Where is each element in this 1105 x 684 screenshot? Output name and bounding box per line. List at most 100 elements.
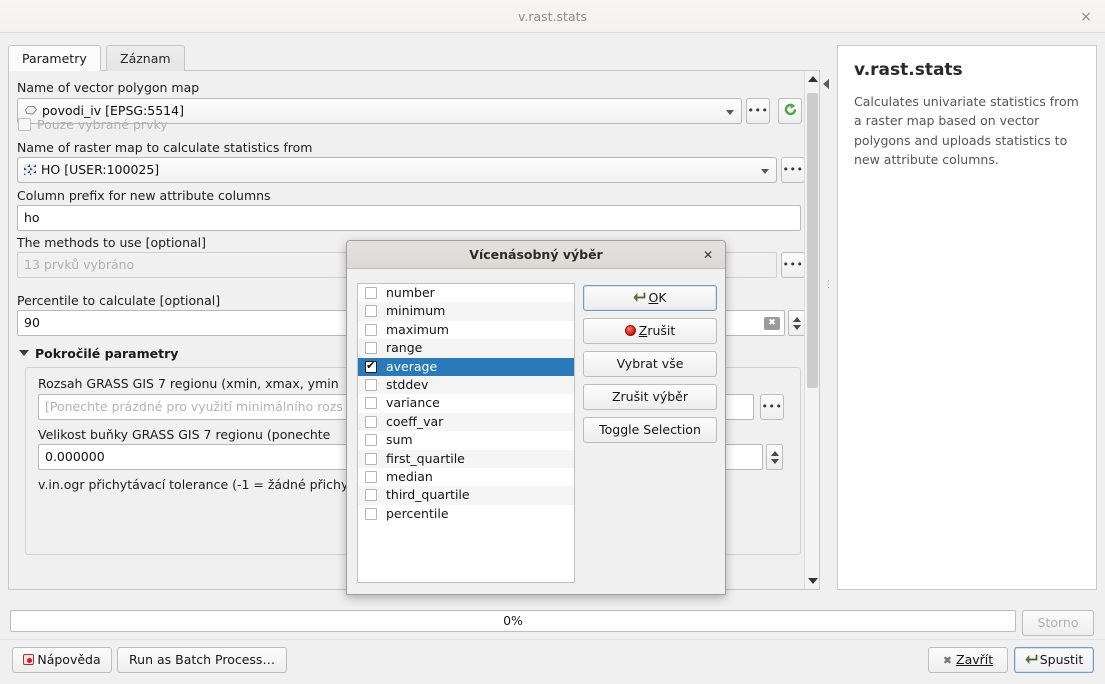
- cellsize-stepper[interactable]: [766, 444, 783, 470]
- modal-ok-button[interactable]: OK: [583, 285, 717, 311]
- raster-map-browse-button[interactable]: •••: [781, 157, 805, 183]
- chevron-down-icon: [726, 110, 734, 115]
- region-extent-label: Rozsah GRASS GIS 7 regionu (xmin, xmax, …: [38, 376, 339, 391]
- snap-tolerance-label: v.in.ogr přichytávací tolerance (-1 = žá…: [38, 477, 349, 492]
- list-item-checkbox[interactable]: [365, 378, 377, 391]
- list-item-label: number: [386, 285, 435, 300]
- list-item-checkbox[interactable]: [365, 470, 377, 483]
- modal-close-icon[interactable]: ✕: [700, 247, 716, 263]
- run-batch-button[interactable]: Run as Batch Process…: [117, 647, 287, 673]
- vector-map-browse-button[interactable]: •••: [746, 98, 770, 124]
- list-item[interactable]: minimum: [358, 302, 574, 321]
- methods-listbox[interactable]: number minimum maximum range average stddev va…: [357, 283, 575, 583]
- green-arrow-icon: [1025, 649, 1038, 664]
- scroll-up-icon[interactable]: [808, 76, 818, 82]
- panel-splitter[interactable]: ⋮: [824, 281, 833, 313]
- list-item-label: third_quartile: [386, 487, 470, 503]
- stepper-up-icon[interactable]: [793, 317, 801, 322]
- list-item-checkbox[interactable]: [365, 287, 377, 299]
- close-button[interactable]: ✖ Zavřít: [928, 647, 1008, 673]
- list-item-checkbox[interactable]: [365, 342, 377, 355]
- close-button-label: Zavřít: [956, 652, 994, 667]
- selected-only-label: Pouze vybrané prvky: [37, 117, 168, 132]
- advanced-parameters-label: Pokročilé parametry: [35, 346, 179, 361]
- list-item-checkbox[interactable]: [365, 359, 377, 373]
- list-item-label: percentile: [386, 505, 449, 521]
- tab-strip: Parametry Záznam: [8, 45, 820, 71]
- list-item[interactable]: first_quartile: [358, 449, 574, 468]
- column-prefix-input[interactable]: ho: [17, 205, 801, 231]
- modal-ok-label: OK: [648, 290, 667, 305]
- list-item[interactable]: maximum: [358, 321, 574, 339]
- selected-only-checkbox: [18, 118, 31, 131]
- red-dot-icon: [624, 325, 636, 336]
- list-item-checkbox[interactable]: [365, 434, 377, 447]
- window-close-icon[interactable]: ×: [1077, 8, 1095, 26]
- list-item[interactable]: median: [358, 468, 574, 486]
- stepper-down-icon[interactable]: [793, 325, 801, 330]
- list-item-label: coeff_var: [386, 413, 444, 429]
- list-item-checkbox[interactable]: [365, 489, 377, 502]
- stepper-up-icon[interactable]: [771, 451, 779, 456]
- list-item-label: range: [386, 340, 423, 356]
- polygon-icon: [24, 100, 38, 115]
- list-item-label: stddev: [386, 376, 429, 392]
- progress-bar: 0%: [10, 610, 1016, 632]
- list-item-checkbox[interactable]: [365, 452, 377, 465]
- methods-browse-button[interactable]: •••: [781, 252, 805, 278]
- list-item[interactable]: average: [358, 357, 574, 376]
- modal-toggle-selection-button[interactable]: Toggle Selection: [583, 417, 717, 443]
- chevron-down-icon: [19, 350, 29, 356]
- column-prefix-label: Column prefix for new attribute columns: [17, 188, 271, 203]
- green-arrow-icon: [633, 287, 646, 302]
- list-item-label: sum: [386, 432, 413, 448]
- list-item-checkbox[interactable]: [365, 323, 377, 336]
- percentile-stepper[interactable]: [788, 310, 805, 336]
- raster-map-combo[interactable]: HO [USER:100025]: [17, 157, 777, 183]
- list-item[interactable]: range: [358, 339, 574, 358]
- stepper-down-icon[interactable]: [771, 459, 779, 464]
- refresh-icon: [783, 102, 798, 117]
- collapse-help-panel-icon[interactable]: [823, 79, 829, 89]
- tab-zaznam[interactable]: Záznam: [106, 45, 185, 71]
- scroll-down-icon[interactable]: [808, 578, 818, 584]
- vector-map-refresh-button[interactable]: [778, 98, 802, 124]
- list-item[interactable]: third_quartile: [358, 486, 574, 505]
- window-titlebar: v.rast.stats ×: [0, 0, 1105, 33]
- list-item[interactable]: coeff_var: [358, 412, 574, 432]
- list-item-label: average: [386, 358, 438, 374]
- modal-cancel-button[interactable]: Zrušit: [583, 318, 717, 344]
- scrollbar-thumb[interactable]: [807, 93, 818, 388]
- help-button[interactable]: Nápověda: [12, 647, 112, 673]
- list-item[interactable]: stddev: [358, 375, 574, 395]
- application-window: v.rast.stats × Parametry Záznam Name of …: [0, 0, 1105, 684]
- advanced-parameters-toggle[interactable]: Pokročilé parametry: [19, 346, 178, 361]
- tab-parametry[interactable]: Parametry: [8, 45, 101, 71]
- modal-title: Vícenásobný výběr: [347, 241, 725, 269]
- list-item[interactable]: number: [358, 284, 574, 302]
- modal-select-all-button[interactable]: Vybrat vše: [583, 351, 717, 377]
- list-item-checkbox[interactable]: [365, 507, 377, 520]
- list-item[interactable]: variance: [358, 394, 574, 412]
- run-button[interactable]: Spustit: [1014, 647, 1094, 673]
- modal-deselect-all-button[interactable]: Zrušit výběr: [583, 384, 717, 410]
- cellsize-label: Velikost buňky GRASS GIS 7 regionu (pone…: [38, 427, 331, 442]
- list-item-label: maximum: [386, 321, 449, 337]
- list-item[interactable]: percentile: [358, 505, 574, 523]
- clear-icon[interactable]: ✖: [764, 317, 780, 330]
- percentile-label: Percentile to calculate [optional]: [17, 293, 221, 308]
- raster-map-label: Name of raster map to calculate statisti…: [17, 140, 313, 155]
- list-item-checkbox[interactable]: [365, 397, 377, 410]
- modal-cancel-label: Zrušit: [638, 323, 676, 338]
- help-panel: v.rast.stats Calculates univariate stati…: [837, 45, 1097, 590]
- progress-row: 0% Storno: [0, 603, 1105, 639]
- list-item-checkbox[interactable]: [365, 415, 377, 428]
- raster-icon: [24, 164, 36, 175]
- parameters-scrollbar[interactable]: [804, 71, 819, 589]
- list-item[interactable]: sum: [358, 431, 574, 449]
- list-item-checkbox[interactable]: [365, 305, 377, 318]
- region-extent-browse-button[interactable]: •••: [760, 394, 784, 420]
- list-item-label: minimum: [386, 303, 446, 319]
- list-item-label: median: [386, 468, 433, 484]
- close-x-icon: ✖: [942, 654, 953, 667]
